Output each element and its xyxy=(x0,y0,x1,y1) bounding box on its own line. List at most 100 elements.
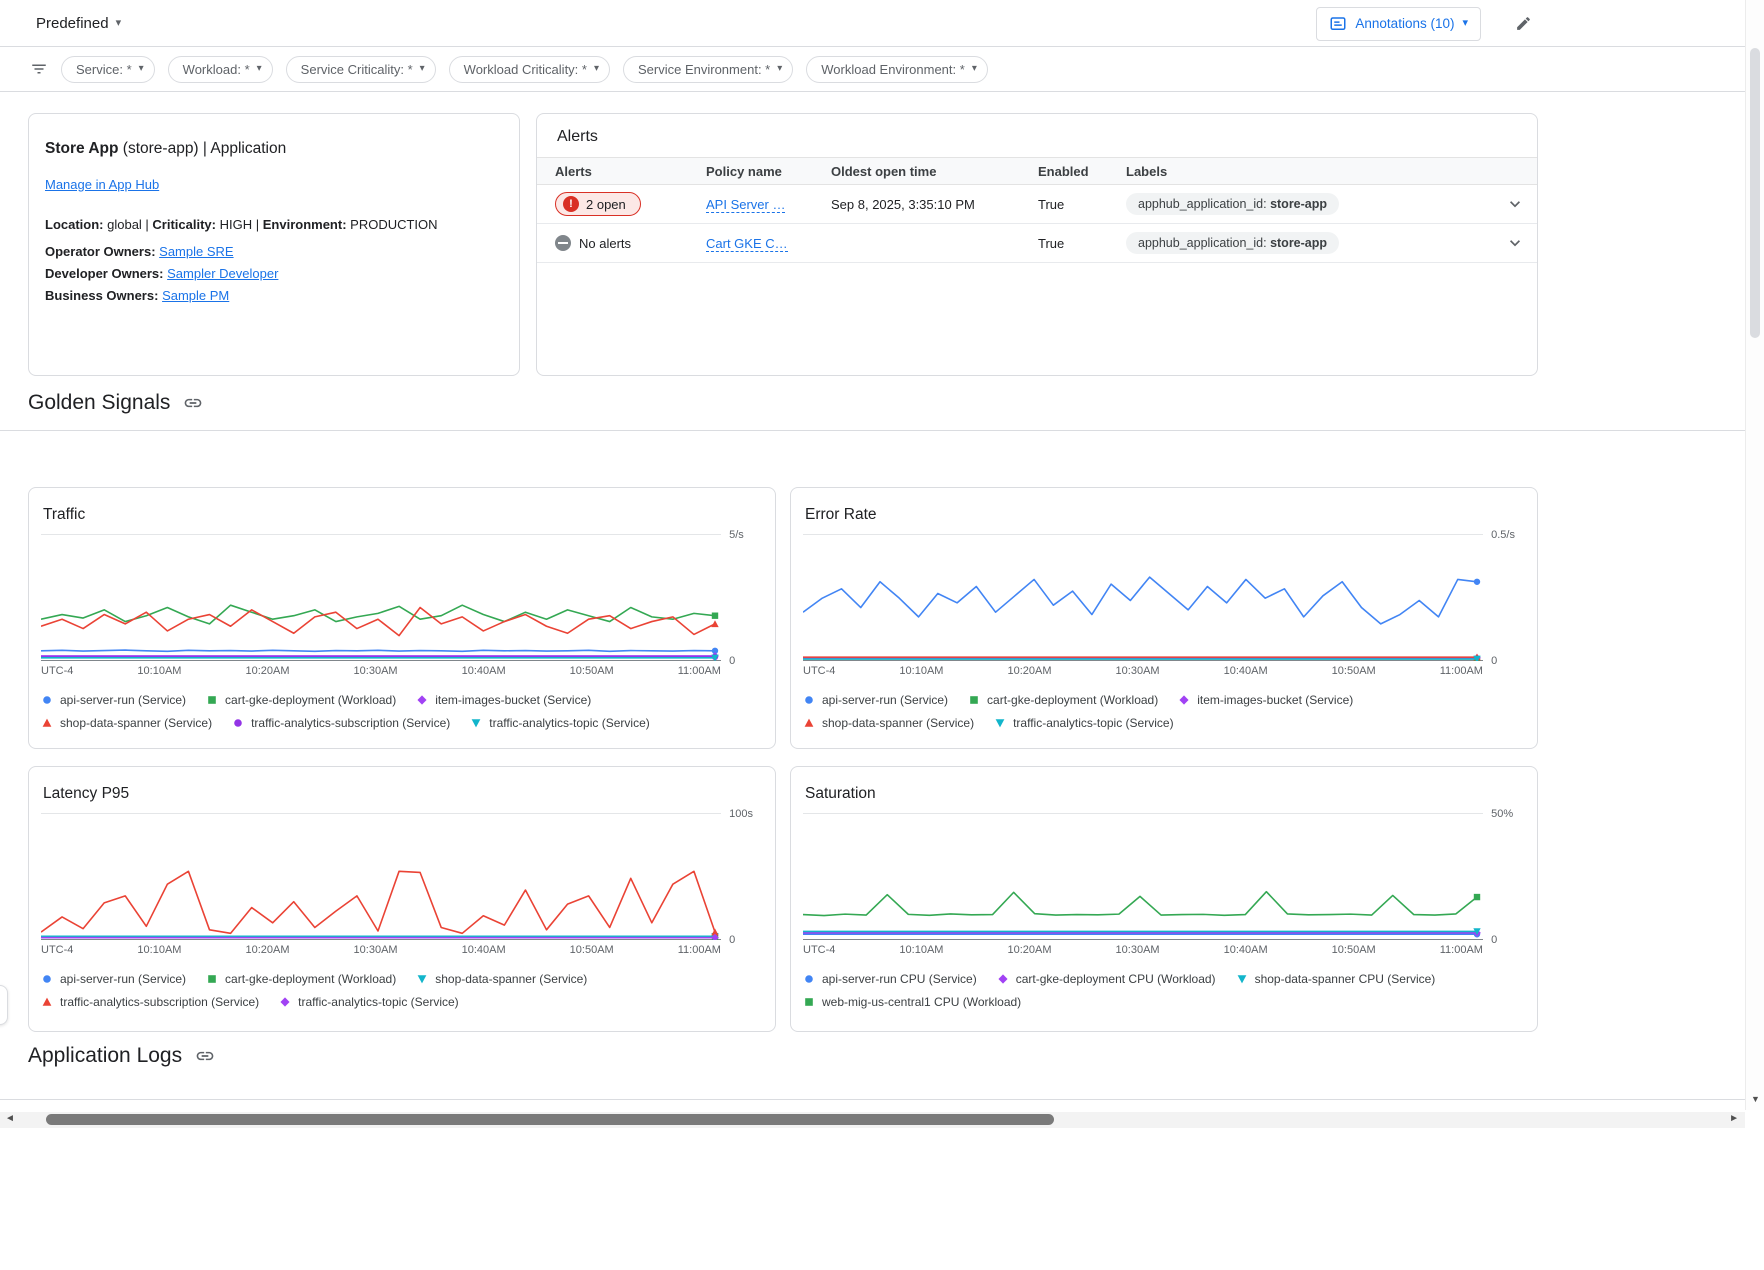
x-tick-label: 10:50AM xyxy=(1332,665,1376,677)
legend-marker-triangle-up-icon xyxy=(41,717,53,729)
legend-item[interactable]: item-images-bucket (Service) xyxy=(416,693,591,707)
chart-legend: api-server-run (Service) cart-gke-deploym… xyxy=(41,972,731,1009)
legend-label: cart-gke-deployment (Workload) xyxy=(225,693,396,707)
label-key: apphub_application_id: xyxy=(1138,197,1270,211)
left-edge-peek-button[interactable] xyxy=(0,985,8,1025)
legend-marker-diamond-icon xyxy=(279,996,291,1008)
column-header-alerts: Alerts xyxy=(555,164,706,179)
scroll-left-arrow-icon[interactable]: ◄ xyxy=(5,1113,15,1124)
legend-item[interactable]: traffic-analytics-subscription (Service) xyxy=(232,716,450,730)
filter-chip-label: Service: * xyxy=(76,62,132,77)
traffic-chart-card: Traffic 5/s0 UTC-410:10AM10:20AM10:30AM1… xyxy=(28,487,776,749)
filter-icon xyxy=(30,60,48,78)
alert-status-text: 2 open xyxy=(586,197,626,212)
legend-marker-square-icon xyxy=(206,973,218,985)
legend-item[interactable]: cart-gke-deployment (Workload) xyxy=(206,972,396,986)
section-link-icon[interactable] xyxy=(183,393,203,413)
legend-marker-triangle-down-icon xyxy=(994,717,1006,729)
legend-item[interactable]: api-server-run (Service) xyxy=(803,693,948,707)
legend-item[interactable]: api-server-run CPU (Service) xyxy=(803,972,977,986)
application-meta: Location: global | Criticality: HIGH | E… xyxy=(45,217,503,232)
alert-row: ! 2 open API Server … Sep 8, 2025, 3:35:… xyxy=(537,185,1537,224)
legend-item[interactable]: traffic-analytics-subscription (Service) xyxy=(41,995,259,1009)
x-tick-label: 10:10AM xyxy=(899,944,943,956)
latency-plot[interactable] xyxy=(41,813,719,940)
legend-item[interactable]: cart-gke-deployment (Workload) xyxy=(968,693,1158,707)
filter-chip-service-environment[interactable]: Service Environment: *▾ xyxy=(623,56,793,83)
application-title-suffix: (store-app) | Application xyxy=(118,140,286,157)
application-title: Store App (store-app) | Application xyxy=(45,140,503,158)
open-alerts-badge[interactable]: ! 2 open xyxy=(555,192,641,216)
section-link-icon[interactable] xyxy=(195,1046,215,1066)
legend-label: cart-gke-deployment (Workload) xyxy=(225,972,396,986)
x-ticks: UTC-410:10AM10:20AM10:30AM10:40AM10:50AM… xyxy=(803,944,1483,956)
alerts-card: Alerts Alerts Policy name Oldest open ti… xyxy=(536,113,1538,376)
meta-separator: | xyxy=(252,217,263,232)
legend-item[interactable]: shop-data-spanner (Service) xyxy=(41,716,212,730)
horizontal-scrollbar[interactable]: ◄ ► xyxy=(0,1112,1745,1128)
scroll-down-arrow-icon[interactable]: ▼ xyxy=(1746,1094,1764,1104)
legend-item[interactable]: shop-data-spanner CPU (Service) xyxy=(1236,972,1436,986)
legend-marker-triangle-down-icon xyxy=(470,717,482,729)
filter-chip-service[interactable]: Service: *▾ xyxy=(61,56,155,83)
legend-item[interactable]: web-mig-us-central1 CPU (Workload) xyxy=(803,995,1021,1009)
y-zero-label: 0 xyxy=(729,934,735,946)
vertical-scrollbar[interactable]: ▼ xyxy=(1745,0,1764,1110)
x-ticks: UTC-410:10AM10:20AM10:30AM10:40AM10:50AM… xyxy=(41,665,721,677)
legend-item[interactable]: cart-gke-deployment (Workload) xyxy=(206,693,396,707)
policy-name-link[interactable]: Cart GKE C… xyxy=(706,236,788,252)
legend-label: api-server-run CPU (Service) xyxy=(822,972,977,986)
chevron-down-icon: ▾ xyxy=(257,64,262,74)
filter-chip-service-criticality[interactable]: Service Criticality: *▾ xyxy=(286,56,436,83)
legend-item[interactable]: shop-data-spanner (Service) xyxy=(416,972,587,986)
legend-item[interactable]: item-images-bucket (Service) xyxy=(1178,693,1353,707)
legend-item[interactable]: traffic-analytics-topic (Service) xyxy=(994,716,1174,730)
filter-chip-workload[interactable]: Workload: *▾ xyxy=(168,56,273,83)
expand-row-icon[interactable] xyxy=(1505,194,1525,214)
x-tick-label: 10:40AM xyxy=(1224,665,1268,677)
developer-owner-link[interactable]: Sampler Developer xyxy=(167,266,278,281)
plot-svg xyxy=(41,534,721,661)
chart-title: Saturation xyxy=(805,785,1525,803)
edit-icon[interactable] xyxy=(1515,15,1532,32)
chart-legend: api-server-run CPU (Service) cart-gke-dep… xyxy=(803,972,1493,1009)
column-header-oldest-open-time: Oldest open time xyxy=(831,164,1038,179)
legend-item[interactable]: traffic-analytics-topic (Service) xyxy=(470,716,650,730)
chevron-down-icon: ▾ xyxy=(972,64,977,74)
x-tick-label: 11:00AM xyxy=(678,665,721,677)
legend-item[interactable]: api-server-run (Service) xyxy=(41,972,186,986)
annotations-button[interactable]: Annotations (10) ▾ xyxy=(1316,7,1481,41)
legend-marker-triangle-up-icon xyxy=(803,717,815,729)
legend-label: shop-data-spanner CPU (Service) xyxy=(1255,972,1436,986)
legend-item[interactable]: cart-gke-deployment CPU (Workload) xyxy=(997,972,1216,986)
y-zero-label: 0 xyxy=(1491,655,1497,667)
x-tick-label: UTC-4 xyxy=(41,665,73,677)
x-tick-label: 10:30AM xyxy=(1116,665,1160,677)
horizontal-scrollbar-thumb[interactable] xyxy=(46,1114,1054,1125)
enabled-value: True xyxy=(1038,197,1126,212)
x-tick-label: UTC-4 xyxy=(41,944,73,956)
saturation-plot[interactable] xyxy=(803,813,1481,940)
criticality-label: Criticality: xyxy=(152,217,216,232)
expand-row-icon[interactable] xyxy=(1505,233,1525,253)
scroll-right-arrow-icon[interactable]: ► xyxy=(1729,1113,1739,1124)
no-alerts-icon xyxy=(555,235,571,251)
policy-name-link[interactable]: API Server … xyxy=(706,197,785,213)
traffic-plot[interactable] xyxy=(41,534,719,661)
filter-chip-workload-criticality[interactable]: Workload Criticality: *▾ xyxy=(449,56,610,83)
y-max-label: 50% xyxy=(1491,808,1513,820)
business-owner-link[interactable]: Sample PM xyxy=(162,288,229,303)
application-name: Store App xyxy=(45,140,118,157)
operator-owner-link[interactable]: Sample SRE xyxy=(159,244,233,259)
legend-label: cart-gke-deployment CPU (Workload) xyxy=(1016,972,1216,986)
view-selector-dropdown[interactable]: Predefined ▾ xyxy=(36,15,121,32)
x-tick-label: UTC-4 xyxy=(803,665,835,677)
legend-item[interactable]: shop-data-spanner (Service) xyxy=(803,716,974,730)
criticality-value: HIGH xyxy=(216,217,252,232)
error-rate-plot[interactable] xyxy=(803,534,1481,661)
manage-in-app-hub-link[interactable]: Manage in App Hub xyxy=(45,177,159,192)
legend-item[interactable]: traffic-analytics-topic (Service) xyxy=(279,995,459,1009)
legend-item[interactable]: api-server-run (Service) xyxy=(41,693,186,707)
filter-chip-workload-environment[interactable]: Workload Environment: *▾ xyxy=(806,56,988,83)
vertical-scrollbar-thumb[interactable] xyxy=(1750,48,1760,338)
